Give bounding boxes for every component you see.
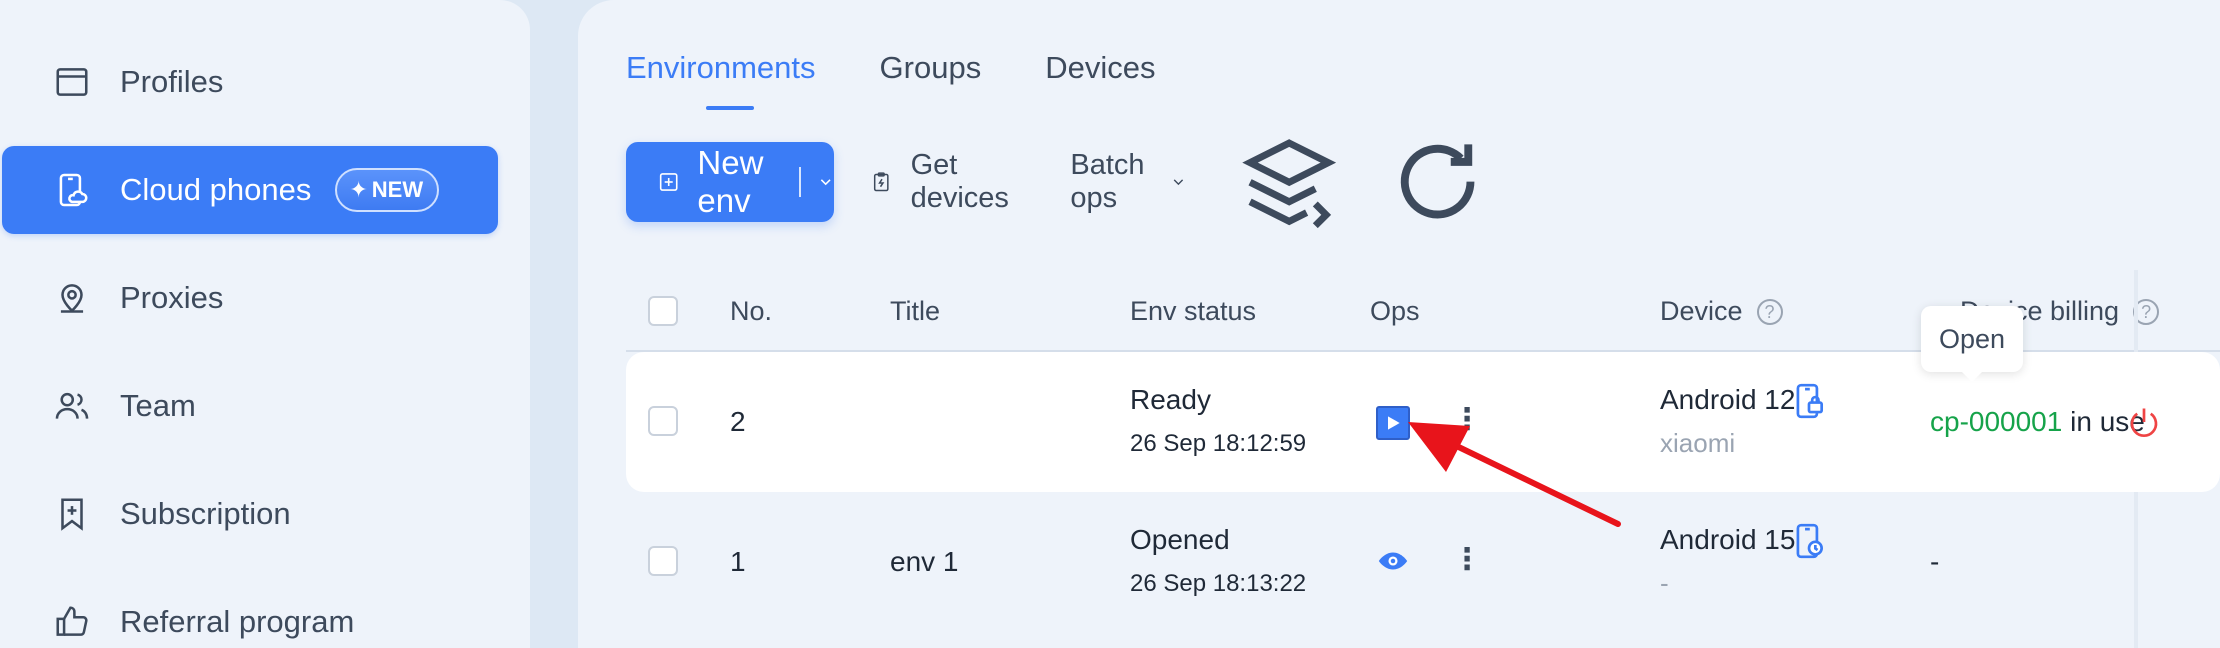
column-device: Device? [1660,296,1783,327]
tab-environments[interactable]: Environments [626,50,816,110]
red-arrow-annotation [1408,422,1621,527]
row-status-time: 26 Sep 18:12:59 [1130,430,1307,457]
help-icon[interactable]: ? [1756,299,1783,325]
plus-square-icon [659,173,678,191]
get-devices-label: Get devices [910,149,1009,214]
sidebar-item-profiles[interactable]: Profiles [2,38,498,126]
row-no: 1 [730,546,746,577]
new-env-label: New env [697,144,764,219]
users-icon [50,384,94,428]
toolbar: New env Get devices Batch ops [626,138,1490,228]
tab-bar: Environments Groups Devices [626,50,1155,110]
sidebar-item-cloud-phones[interactable]: Cloud phones ✦ NEW [2,146,498,234]
sidebar-item-team[interactable]: Team [2,362,498,450]
thumbs-up-icon [50,600,94,644]
billing-id-link[interactable]: cp-000001 [1930,406,2062,437]
column-title: Title [890,296,941,326]
sidebar-item-label: Profiles [120,64,224,99]
phone-device-icon[interactable] [1790,380,1828,422]
column-no: No. [730,296,773,326]
chevron-down-icon[interactable] [817,169,834,195]
clipboard-icon [873,172,889,192]
sidebar-item-subscription[interactable]: Subscription [2,470,498,558]
phone-device-icon[interactable] [1790,520,1828,562]
sidebar-item-label: Subscription [120,496,291,531]
row-title: env 1 [890,546,959,577]
new-badge: ✦ NEW [335,168,440,212]
layers-icon[interactable] [1237,130,1341,234]
row-billing: - [1930,546,1940,577]
power-icon[interactable] [2126,404,2162,440]
button-divider [799,167,801,197]
sidebar-item-label: Referral program [120,604,355,639]
row-device: Android 12 [1660,384,1796,415]
sparkle-icon: ✦ [349,177,368,202]
sidebar-item-proxies[interactable]: Proxies [2,254,498,342]
select-all-checkbox[interactable] [648,296,678,326]
row-no: 2 [730,406,746,437]
column-ops: Ops [1370,296,1420,326]
eye-icon[interactable] [1376,544,1410,578]
browser-window-icon [50,60,94,104]
location-pin-icon [50,276,94,320]
batch-ops-dropdown[interactable]: Batch ops [1070,149,1186,215]
cloud-phone-icon [50,168,94,212]
sidebar-item-label: Cloud phones [120,172,312,207]
main-panel: Environments Groups Devices New env Get … [578,0,2220,648]
open-tooltip: Open [1921,306,2023,382]
row-status: Ready [1130,384,1211,415]
get-devices-button[interactable]: Get devices [870,149,1018,215]
row-status: Opened [1130,524,1230,555]
row-status-time: 26 Sep 18:13:22 [1130,570,1307,597]
column-env-status: Env status [1130,296,1257,326]
row-device: Android 15 [1660,524,1796,555]
sidebar-item-label: Team [120,388,196,423]
row-billing: cp-000001 in use [1930,406,2145,437]
sidebar-item-label: Proxies [120,280,224,315]
more-options-icon[interactable]: ⋮ [1452,542,1482,577]
row-device-brand: - [1660,568,1669,598]
tab-groups[interactable]: Groups [880,50,982,86]
sidebar-item-referral[interactable]: Referral program [2,578,498,648]
row-checkbox[interactable] [648,546,678,576]
bookmark-plus-icon [50,492,94,536]
batch-ops-label: Batch ops [1070,149,1145,214]
row-device-brand: xiaomi [1660,428,1736,458]
sidebar: Profiles Cloud phones ✦ NEW Proxies Team… [0,0,530,648]
chevron-down-icon [1173,179,1183,186]
row-checkbox[interactable] [648,406,678,436]
tab-devices[interactable]: Devices [1045,50,1155,86]
refresh-icon[interactable] [1385,129,1490,234]
new-env-button[interactable]: New env [626,142,835,222]
